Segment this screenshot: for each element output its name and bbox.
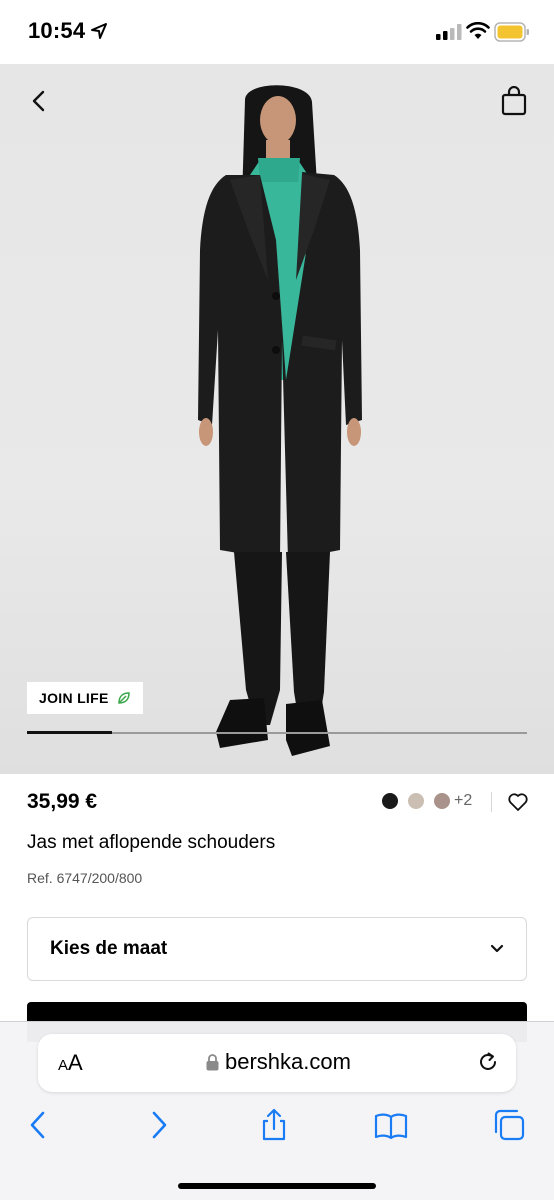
color-swatches: +2 xyxy=(382,792,472,810)
browser-nav-row xyxy=(0,1108,554,1148)
product-photo-model xyxy=(198,85,362,756)
browser-toolbar: AA bershka.com xyxy=(0,1021,554,1200)
product-image-gallery[interactable]: JOIN LIFE xyxy=(0,64,554,774)
product-name: Jas met aflopende schouders xyxy=(27,832,276,853)
chevron-down-icon xyxy=(490,944,504,953)
text-size-button[interactable]: AA xyxy=(58,1050,83,1076)
product-reference: Ref. 6747/200/800 xyxy=(27,870,143,886)
back-button[interactable] xyxy=(26,88,52,114)
size-select[interactable]: Kies de maat xyxy=(27,917,527,981)
color-swatch-mauve[interactable] xyxy=(434,793,450,809)
color-swatch-black[interactable] xyxy=(382,793,398,809)
url-text: bershka.com xyxy=(225,1049,351,1074)
image-progress-bar xyxy=(27,731,527,734)
join-life-label: JOIN LIFE xyxy=(39,690,109,706)
browser-back-button[interactable] xyxy=(22,1108,56,1142)
divider xyxy=(491,792,492,812)
lock-icon xyxy=(206,1054,219,1071)
size-select-label: Kies de maat xyxy=(50,938,168,959)
home-indicator xyxy=(178,1183,376,1189)
cellular-signal-icon xyxy=(436,24,462,40)
battery-icon xyxy=(494,22,529,42)
leaf-icon xyxy=(117,692,130,704)
text-size-small-a: A xyxy=(58,1057,69,1074)
location-arrow-icon xyxy=(91,23,107,39)
shopping-bag-icon[interactable] xyxy=(500,86,528,116)
text-size-large-a: A xyxy=(68,1050,83,1075)
favorite-heart-button[interactable] xyxy=(507,791,529,813)
product-price: 35,99 € xyxy=(27,790,98,813)
wifi-icon xyxy=(466,22,490,39)
status-time: 10:54 xyxy=(28,18,86,43)
image-progress-fill xyxy=(27,731,112,734)
join-life-badge: JOIN LIFE xyxy=(27,682,143,714)
browser-forward-button[interactable] xyxy=(141,1108,175,1142)
url-display[interactable]: bershka.com xyxy=(206,1049,351,1075)
share-button[interactable] xyxy=(257,1108,291,1142)
reload-button[interactable] xyxy=(476,1050,500,1074)
tabs-button[interactable] xyxy=(492,1108,526,1142)
address-bar[interactable]: AA bershka.com xyxy=(38,1034,516,1092)
color-swatch-beige[interactable] xyxy=(408,793,424,809)
bookmarks-button[interactable] xyxy=(374,1108,408,1142)
status-bar: 10:54 xyxy=(0,0,554,64)
more-colors-count[interactable]: +2 xyxy=(454,792,472,810)
